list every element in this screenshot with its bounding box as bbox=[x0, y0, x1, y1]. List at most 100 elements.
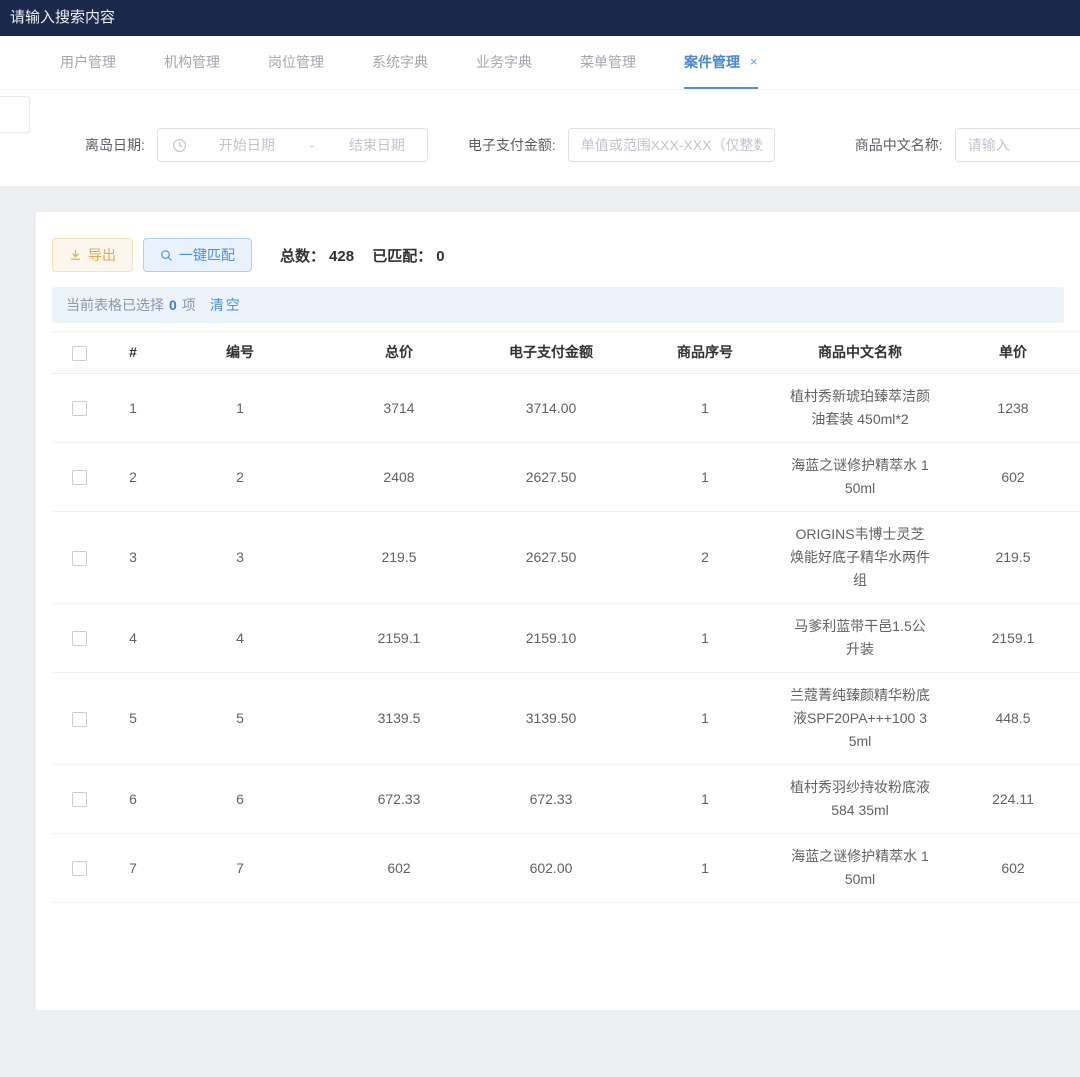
tab-菜单管理[interactable]: 菜单管理 bbox=[580, 36, 636, 89]
table-row: 5 5 3139.5 3139.50 1 兰蔻菁纯臻颜精华粉底液SPF20PA+… bbox=[52, 673, 1080, 765]
cell-index: 7 bbox=[106, 834, 160, 903]
selection-count: 0 bbox=[169, 297, 177, 313]
cell-epay: 2159.10 bbox=[478, 604, 624, 673]
row-checkbox[interactable] bbox=[72, 401, 87, 416]
date-range-input[interactable]: 开始日期 - 结束日期 bbox=[157, 128, 428, 162]
download-icon bbox=[69, 249, 82, 262]
row-checkbox[interactable] bbox=[72, 551, 87, 566]
table-row: 3 3 219.5 2627.50 2 ORIGINS韦博士灵芝焕能好底子精华水… bbox=[52, 512, 1080, 604]
tab-label: 岗位管理 bbox=[268, 52, 324, 72]
tab-系统字典[interactable]: 系统字典 bbox=[372, 36, 428, 89]
export-button[interactable]: 导出 bbox=[52, 238, 133, 272]
cell-total: 2159.1 bbox=[320, 604, 478, 673]
cell-unit-price: 602 bbox=[934, 443, 1080, 512]
total-value: 428 bbox=[329, 248, 354, 265]
selection-info-bar: 当前表格已选择 0 项 清空 bbox=[52, 287, 1064, 323]
collapsed-side-panel[interactable] bbox=[0, 96, 30, 133]
row-checkbox[interactable] bbox=[72, 631, 87, 646]
cell-epay: 3714.00 bbox=[478, 374, 624, 443]
cell-unit-price: 448.5 bbox=[934, 673, 1080, 765]
table-row: 1 1 3714 3714.00 1 植村秀新琥珀臻萃洁颜油套装 450ml*2… bbox=[52, 374, 1080, 443]
cell-product-name: 马爹利蓝带干邑1.5公升装 bbox=[786, 604, 934, 673]
tab-岗位管理[interactable]: 岗位管理 bbox=[268, 36, 324, 89]
cell-code: 6 bbox=[160, 765, 320, 834]
data-table: # 编号 总价 电子支付金额 商品序号 商品中文名称 单价 1 1 3714 3… bbox=[52, 331, 1080, 905]
cell-index: 8 bbox=[106, 903, 160, 906]
cell-item-no: 1 bbox=[624, 765, 786, 834]
cell-unit-price: 224.11 bbox=[934, 765, 1080, 834]
date-end-placeholder[interactable]: 结束日期 bbox=[327, 135, 427, 155]
cell-epay: 2627.50 bbox=[478, 512, 624, 604]
date-filter-label: 离岛日期: bbox=[85, 135, 145, 155]
tab-用户管理[interactable]: 用户管理 bbox=[60, 36, 116, 89]
cell-total: 672.33 bbox=[320, 765, 478, 834]
cell-item-no: 1 bbox=[624, 443, 786, 512]
row-checkbox[interactable] bbox=[72, 861, 87, 876]
cell-item-no: 1 bbox=[624, 673, 786, 765]
match-button-label: 一键匹配 bbox=[179, 245, 235, 265]
cell-code: 3 bbox=[160, 512, 320, 604]
tab-label: 菜单管理 bbox=[580, 52, 636, 72]
cell-code: 5 bbox=[160, 673, 320, 765]
tab-close-icon[interactable]: × bbox=[750, 54, 758, 69]
global-search-input[interactable]: 请输入搜索内容 bbox=[10, 9, 115, 26]
search-icon bbox=[160, 249, 173, 262]
cell-epay: 2627.50 bbox=[478, 443, 624, 512]
tab-业务字典[interactable]: 业务字典 bbox=[476, 36, 532, 89]
filter-section: 离岛日期: 开始日期 - 结束日期 电子支付金额: 商品中文名称: bbox=[0, 90, 1080, 186]
cell-index: 5 bbox=[106, 673, 160, 765]
cell-code: 2 bbox=[160, 443, 320, 512]
summary-counts: 总数：428 已匹配：0 bbox=[280, 245, 459, 266]
cell-unit-price: 219.5 bbox=[934, 512, 1080, 604]
tab-案件管理[interactable]: 案件管理 × bbox=[684, 36, 758, 89]
one-click-match-button[interactable]: 一键匹配 bbox=[143, 238, 252, 272]
table-row: 6 6 672.33 672.33 1 植村秀羽纱持妆粉底液 584 35ml … bbox=[52, 765, 1080, 834]
tab-label: 业务字典 bbox=[476, 52, 532, 72]
matched-label: 已匹配： bbox=[372, 248, 432, 265]
date-start-placeholder[interactable]: 开始日期 bbox=[197, 135, 297, 155]
cell-index: 3 bbox=[106, 512, 160, 604]
tab-label: 系统字典 bbox=[372, 52, 428, 72]
row-checkbox[interactable] bbox=[72, 712, 87, 727]
cell-total: 3139.5 bbox=[320, 673, 478, 765]
cell-item-no: 1 bbox=[624, 903, 786, 906]
col-header-itemno: 商品序号 bbox=[624, 332, 786, 374]
cell-total: 602 bbox=[320, 834, 478, 903]
col-header-unit: 单价 bbox=[934, 332, 1080, 374]
cell-item-no: 2 bbox=[624, 512, 786, 604]
row-checkbox[interactable] bbox=[72, 792, 87, 807]
cell-epay: 672.33 bbox=[478, 765, 624, 834]
cell-product-name: 海蓝之谜修护精萃水 150ml bbox=[786, 443, 934, 512]
cell-product-name: 植村秀新琥珀臻萃洁颜油套装 450ml*2 bbox=[786, 374, 934, 443]
cell-product-name: 植村秀羽纱持妆粉底液 584 35ml bbox=[786, 765, 934, 834]
cell-total: 2408 bbox=[320, 443, 478, 512]
col-header-epay: 电子支付金额 bbox=[478, 332, 624, 374]
table-row: 7 7 602 602.00 1 海蓝之谜修护精萃水 150ml 602 bbox=[52, 834, 1080, 903]
row-checkbox[interactable] bbox=[72, 470, 87, 485]
epay-amount-input[interactable] bbox=[568, 128, 775, 162]
cell-item-no: 1 bbox=[624, 834, 786, 903]
cell-code: 1 bbox=[160, 374, 320, 443]
cell-product-name: ORIGINS韦博士灵芝焕能好底子精华水两件组 bbox=[786, 512, 934, 604]
cell-code: 8 bbox=[160, 903, 320, 906]
select-all-checkbox[interactable] bbox=[72, 346, 87, 361]
product-name-filter-label: 商品中文名称: bbox=[855, 135, 943, 155]
selection-prefix: 当前表格已选择 bbox=[66, 295, 164, 315]
cell-total: 1320.47 bbox=[320, 903, 478, 906]
tab-bar: 用户管理 机构管理 岗位管理 系统字典 业务字典 菜单管理 案件管理 × bbox=[0, 36, 1080, 90]
tab-机构管理[interactable]: 机构管理 bbox=[164, 36, 220, 89]
clock-icon bbox=[172, 138, 187, 153]
data-table-scroll-area[interactable]: # 编号 总价 电子支付金额 商品序号 商品中文名称 单价 1 1 3714 3… bbox=[52, 331, 1080, 905]
epay-filter-label: 电子支付金额: bbox=[468, 135, 556, 155]
product-name-input[interactable] bbox=[955, 128, 1080, 162]
cell-product-name: 卡诗菁纯亮泽经典香氛 bbox=[786, 903, 934, 906]
cell-code: 4 bbox=[160, 604, 320, 673]
date-separator: - bbox=[297, 137, 327, 153]
clear-selection-link[interactable]: 清空 bbox=[210, 295, 242, 315]
cell-item-no: 1 bbox=[624, 374, 786, 443]
main-content-card: 导出 一键匹配 总数：428 已匹配：0 当前表格已选择 0 项 清空 bbox=[36, 212, 1080, 1010]
tab-label: 用户管理 bbox=[60, 52, 116, 72]
cell-epay: 1320.47 bbox=[478, 903, 624, 906]
cell-unit-price: 602 bbox=[934, 834, 1080, 903]
matched-value: 0 bbox=[436, 248, 444, 265]
